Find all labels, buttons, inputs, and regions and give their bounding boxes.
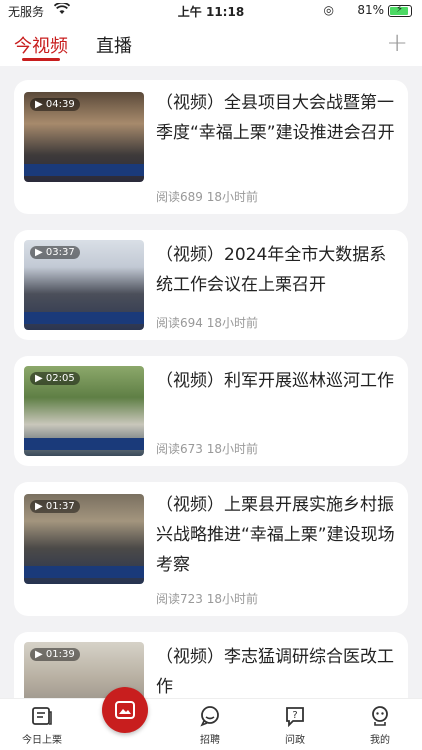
play-icon: ▶ 03:37 bbox=[30, 246, 80, 259]
svg-text:?: ? bbox=[292, 710, 297, 721]
list-item[interactable]: ▶ 01:39 （视频）李志猛调研综合医改工作 bbox=[14, 632, 408, 698]
read-count: 阅读694 bbox=[156, 316, 203, 330]
read-count: 阅读689 bbox=[156, 190, 203, 204]
tab-today-video[interactable]: 今视频 bbox=[14, 32, 68, 61]
video-thumbnail[interactable]: ▶ 03:37 bbox=[24, 240, 144, 330]
play-icon: ▶ 04:39 bbox=[30, 98, 80, 111]
active-tab-indicator bbox=[22, 58, 60, 61]
news-icon bbox=[31, 705, 53, 727]
video-meta: 阅读689 18小时前 bbox=[156, 188, 258, 205]
video-icon bbox=[114, 699, 136, 725]
read-count: 阅读673 bbox=[156, 442, 203, 456]
publish-time: 18小时前 bbox=[206, 592, 259, 606]
rotation-lock-icon: ◎ bbox=[323, 3, 334, 17]
read-count: 阅读723 bbox=[156, 592, 203, 606]
plus-icon[interactable]: + bbox=[386, 28, 408, 58]
top-nav: 今视频 直播 + bbox=[0, 22, 422, 66]
status-bar: 无服务 上午 11:18 ◎ 81% ⚡ bbox=[0, 0, 422, 22]
tab-profile[interactable]: 我的 bbox=[350, 705, 410, 746]
video-title[interactable]: （视频）全县项目大会战暨第一季度“幸福上栗”建设推进会召开 bbox=[156, 88, 398, 148]
video-title[interactable]: （视频）李志猛调研综合医改工作 bbox=[156, 642, 398, 698]
list-item[interactable]: ▶ 03:37 （视频）2024年全市大数据系统工作会议在上栗召开 阅读694 … bbox=[14, 230, 408, 340]
video-duration: 02:05 bbox=[45, 373, 75, 384]
video-thumbnail[interactable]: ▶ 02:05 bbox=[24, 366, 144, 456]
battery-icon: ⚡ bbox=[388, 4, 412, 17]
video-meta: 阅读723 18小时前 bbox=[156, 590, 258, 607]
tab-label: 直播 bbox=[96, 36, 132, 57]
news-banner bbox=[24, 438, 144, 450]
publish-time: 18小时前 bbox=[206, 316, 259, 330]
news-banner bbox=[24, 164, 144, 176]
video-meta: 阅读673 18小时前 bbox=[156, 440, 258, 457]
list-item[interactable]: ▶ 01:37 （视频）上栗县开展实施乡村振兴战略推进“幸福上栗”建设现场考察 … bbox=[14, 482, 408, 616]
tab-recruit[interactable]: 招聘 bbox=[180, 705, 240, 746]
tab-label: 招聘 bbox=[200, 735, 220, 746]
play-icon: ▶ 01:39 bbox=[30, 648, 80, 661]
tab-today-shangli[interactable]: 今日上栗 bbox=[12, 705, 72, 746]
tab-label: 问政 bbox=[285, 735, 305, 746]
news-banner bbox=[24, 312, 144, 324]
video-duration: 01:37 bbox=[45, 501, 75, 512]
video-title[interactable]: （视频）利军开展巡林巡河工作 bbox=[156, 366, 398, 396]
bottom-tab-bar: 今日上栗 招聘 ? 问政 我的 bbox=[0, 687, 422, 750]
question-icon: ? bbox=[284, 705, 306, 728]
video-title[interactable]: （视频）上栗县开展实施乡村振兴战略推进“幸福上栗”建设现场考察 bbox=[156, 490, 398, 580]
video-thumbnail[interactable]: ▶ 01:37 bbox=[24, 494, 144, 584]
battery-percent: 81% bbox=[357, 3, 384, 17]
play-icon: ▶ 02:05 bbox=[30, 372, 80, 385]
video-duration: 01:39 bbox=[45, 649, 75, 660]
video-title[interactable]: （视频）2024年全市大数据系统工作会议在上栗召开 bbox=[156, 240, 398, 300]
video-thumbnail[interactable]: ▶ 04:39 bbox=[24, 92, 144, 182]
news-banner bbox=[24, 566, 144, 578]
profile-icon bbox=[369, 705, 391, 727]
video-duration: 04:39 bbox=[45, 99, 75, 110]
chat-icon bbox=[199, 705, 221, 727]
tab-live[interactable]: 直播 bbox=[96, 32, 132, 58]
tab-label: 我的 bbox=[370, 735, 390, 746]
list-item[interactable]: ▶ 02:05 （视频）利军开展巡林巡河工作 阅读673 18小时前 bbox=[14, 356, 408, 466]
tab-label: 今日上栗 bbox=[22, 735, 62, 746]
list-item[interactable]: ▶ 04:39 （视频）全县项目大会战暨第一季度“幸福上栗”建设推进会召开 阅读… bbox=[14, 80, 408, 214]
publish-time: 18小时前 bbox=[206, 442, 259, 456]
video-duration: 03:37 bbox=[45, 247, 75, 258]
video-feed[interactable]: ▶ 04:39 （视频）全县项目大会战暨第一季度“幸福上栗”建设推进会召开 阅读… bbox=[0, 66, 422, 698]
tab-label: 今视频 bbox=[14, 36, 68, 57]
video-meta: 阅读694 18小时前 bbox=[156, 314, 258, 331]
video-tab-button[interactable] bbox=[102, 687, 148, 733]
play-icon: ▶ 01:37 bbox=[30, 500, 80, 513]
publish-time: 18小时前 bbox=[206, 190, 259, 204]
tab-inquiry[interactable]: ? 问政 bbox=[265, 705, 325, 746]
